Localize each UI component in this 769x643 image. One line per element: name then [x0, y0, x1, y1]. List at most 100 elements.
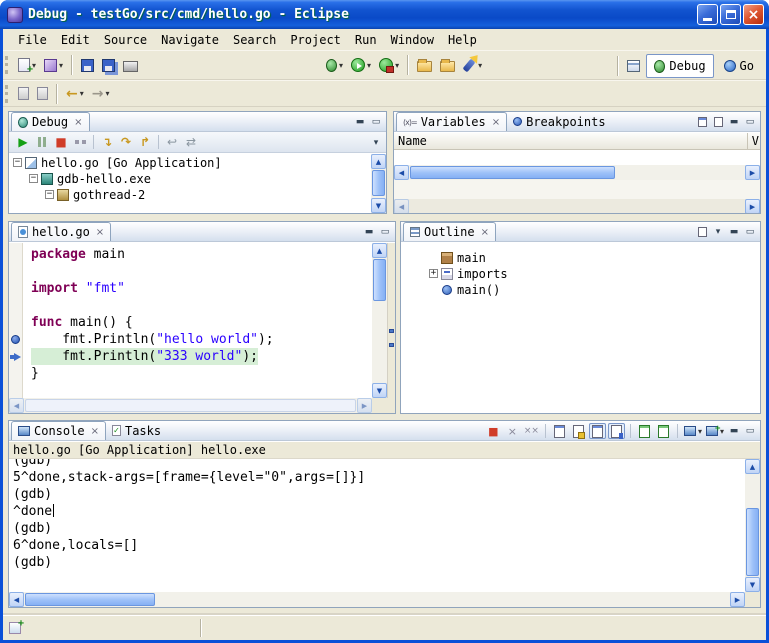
- gutter-row[interactable]: [9, 314, 22, 331]
- editor-tab-hello-go[interactable]: hello.go ×: [11, 222, 111, 241]
- clear-console-icon[interactable]: [551, 423, 568, 439]
- gutter-row[interactable]: [9, 297, 22, 314]
- new-element-dropdown-icon[interactable]: ▾: [59, 61, 63, 70]
- window-close-button[interactable]: ×: [743, 4, 764, 25]
- tree-item[interactable]: main(): [427, 281, 760, 297]
- gutter-row[interactable]: [9, 365, 22, 382]
- remove-launch-icon[interactable]: ×: [504, 423, 521, 439]
- scroll-left-button[interactable]: ◀: [9, 398, 24, 413]
- gutter-row[interactable]: [9, 263, 22, 280]
- new-go-element-button[interactable]: ▾: [41, 53, 66, 77]
- maximize-view-icon[interactable]: ▭: [378, 224, 392, 239]
- gutter-row[interactable]: [9, 246, 22, 263]
- word-wrap-icon[interactable]: [589, 423, 606, 439]
- step-into-icon[interactable]: ↴: [98, 134, 116, 151]
- next-annotation-button[interactable]: [15, 82, 32, 106]
- maximize-view-icon[interactable]: ▭: [743, 424, 757, 439]
- menu-project[interactable]: Project: [283, 31, 348, 49]
- window-maximize-button[interactable]: [720, 4, 741, 25]
- code-line[interactable]: [31, 263, 372, 280]
- drop-to-frame-icon[interactable]: ↩: [163, 134, 181, 151]
- editor-code[interactable]: package mainimport "fmt"func main() { fm…: [24, 243, 372, 398]
- scrollbar-thumb[interactable]: [25, 593, 155, 606]
- tree-expander-icon[interactable]: −: [13, 158, 22, 167]
- scroll-down-button[interactable]: ▼: [371, 198, 386, 213]
- code-line[interactable]: fmt.Println("333 world");: [31, 348, 372, 365]
- terminate-icon[interactable]: ■: [52, 134, 70, 151]
- debug-view-tab[interactable]: Debug ×: [11, 112, 90, 131]
- suspend-icon[interactable]: [33, 134, 51, 151]
- run-button[interactable]: ▾: [348, 53, 374, 77]
- minimize-view-icon[interactable]: ▬: [727, 224, 741, 239]
- code-line[interactable]: fmt.Println("hello world");: [31, 331, 372, 348]
- maximize-view-icon[interactable]: ▭: [369, 114, 383, 129]
- print-button[interactable]: [120, 53, 141, 77]
- display-selected-console-icon[interactable]: ▾: [683, 423, 703, 439]
- search-button[interactable]: ▾: [460, 53, 485, 77]
- open-project-button[interactable]: [437, 53, 458, 77]
- close-editor-icon[interactable]: ×: [96, 227, 104, 238]
- minimize-view-icon[interactable]: ▬: [362, 224, 376, 239]
- run-dropdown-icon[interactable]: ▾: [367, 61, 371, 70]
- console-output[interactable]: (gdb)5^done,stack-args=[frame={level="0"…: [9, 459, 745, 592]
- save-button[interactable]: [78, 53, 97, 77]
- editor-horizontal-scrollbar[interactable]: ◀ ▶: [9, 398, 372, 413]
- code-line[interactable]: [31, 297, 372, 314]
- tree-item[interactable]: +imports: [427, 265, 760, 281]
- menu-window[interactable]: Window: [384, 31, 441, 49]
- scroll-right-button[interactable]: ▶: [730, 592, 745, 607]
- toolbar-gripper[interactable]: [5, 85, 9, 103]
- show-stderr-icon[interactable]: [655, 423, 672, 439]
- debug-button[interactable]: ▾: [323, 53, 346, 77]
- open-resource-button[interactable]: [414, 53, 435, 77]
- sort-icon[interactable]: [695, 224, 709, 239]
- scroll-up-button[interactable]: ▲: [372, 243, 387, 258]
- scrollbar-thumb[interactable]: [372, 170, 385, 196]
- scroll-up-button[interactable]: ▲: [745, 459, 760, 474]
- menu-file[interactable]: File: [11, 31, 54, 49]
- close-view-icon[interactable]: ×: [481, 227, 489, 238]
- console-tab[interactable]: Console ×: [11, 421, 106, 440]
- editor-vertical-scrollbar[interactable]: ▲ ▼: [372, 243, 387, 398]
- code-line[interactable]: }: [31, 365, 372, 382]
- collapse-all-icon[interactable]: [711, 114, 725, 129]
- name-column-header[interactable]: Name: [398, 134, 427, 148]
- toolbar-gripper[interactable]: [5, 56, 9, 74]
- tree-item[interactable]: −hello.go [Go Application]: [11, 154, 371, 170]
- scroll-up-button[interactable]: ▲: [371, 154, 386, 169]
- minimize-view-icon[interactable]: ▬: [727, 424, 741, 439]
- code-line[interactable]: package main: [31, 246, 372, 263]
- overview-annotation-mark[interactable]: [389, 329, 394, 333]
- console-vertical-scrollbar[interactable]: ▲ ▼: [745, 459, 760, 592]
- scroll-left-button[interactable]: ◀: [394, 199, 409, 213]
- maximize-view-icon[interactable]: ▭: [743, 114, 757, 129]
- gutter-row[interactable]: [9, 331, 22, 348]
- breakpoints-tab[interactable]: Breakpoints: [507, 112, 611, 131]
- variables-column-header[interactable]: Name V: [394, 133, 760, 150]
- search-dropdown-icon[interactable]: ▾: [478, 61, 482, 70]
- perspective-debug-button[interactable]: Debug: [646, 54, 713, 78]
- scroll-right-button[interactable]: ▶: [357, 398, 372, 413]
- view-menu-icon[interactable]: ▾: [369, 135, 383, 150]
- scroll-left-button[interactable]: ◀: [394, 165, 409, 180]
- menu-navigate[interactable]: Navigate: [154, 31, 226, 49]
- close-view-icon[interactable]: ×: [91, 426, 99, 437]
- scroll-right-button[interactable]: ▶: [745, 199, 760, 213]
- variables-detail-pane[interactable]: [394, 180, 760, 199]
- remove-all-launches-icon[interactable]: ××: [523, 423, 540, 439]
- open-console-icon[interactable]: ▾: [705, 423, 725, 439]
- scrollbar-thumb[interactable]: [25, 399, 356, 412]
- open-perspective-button[interactable]: [624, 54, 643, 78]
- resume-icon[interactable]: ▶: [14, 134, 32, 151]
- scrollbar-thumb[interactable]: [373, 259, 386, 301]
- scroll-right-button[interactable]: ▶: [745, 165, 760, 180]
- scroll-down-button[interactable]: ▼: [745, 577, 760, 592]
- scroll-left-button[interactable]: ◀: [9, 592, 24, 607]
- tasks-tab[interactable]: ✓ Tasks: [106, 421, 167, 440]
- maximize-view-icon[interactable]: ▭: [743, 224, 757, 239]
- detail-horizontal-scrollbar[interactable]: ◀ ▶: [394, 199, 760, 213]
- console-horizontal-scrollbar[interactable]: ◀ ▶: [9, 592, 745, 607]
- editor-overview-ruler[interactable]: [387, 243, 395, 398]
- variables-table-area[interactable]: [394, 150, 760, 165]
- forward-dropdown-icon[interactable]: ▾: [105, 89, 109, 98]
